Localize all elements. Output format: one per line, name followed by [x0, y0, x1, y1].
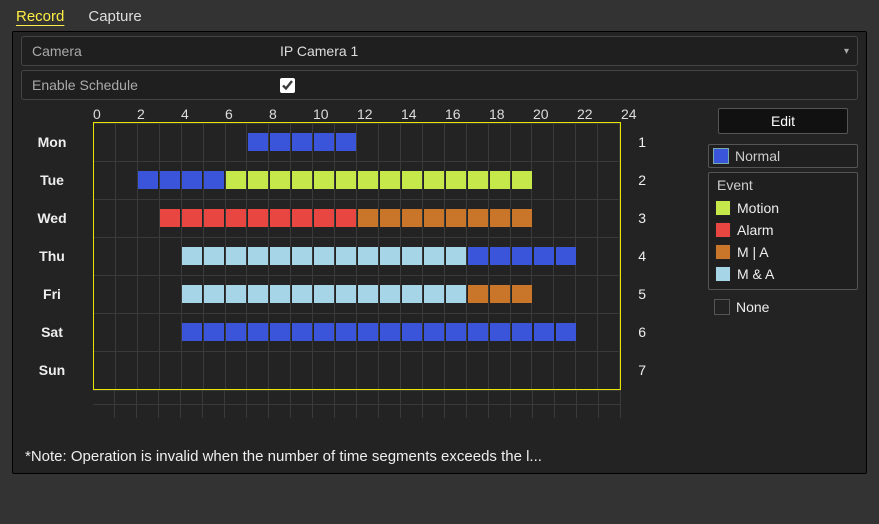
legend-event-title: Event	[709, 173, 857, 197]
hours-header: 024681012141618202224	[21, 106, 698, 122]
tab-record[interactable]: Record	[16, 8, 64, 25]
camera-label: Camera	[22, 37, 272, 65]
hour-tick: 4	[181, 106, 225, 122]
swatch-manda-icon	[715, 266, 731, 282]
edit-button[interactable]: Edit	[718, 108, 848, 134]
day-row-sun[interactable]: Sun7	[94, 351, 620, 389]
schedule-segment[interactable]	[160, 209, 358, 227]
legend-none[interactable]: None	[708, 296, 858, 318]
day-number: 2	[638, 172, 646, 188]
enable-row: Enable Schedule	[21, 70, 858, 100]
day-label: Sat	[22, 324, 82, 340]
day-row-sat[interactable]: Sat6	[94, 313, 620, 351]
swatch-motion-icon	[715, 200, 731, 216]
legend-normal[interactable]: Normal	[708, 144, 858, 168]
legend-manda-label: M & A	[737, 266, 774, 282]
hour-tick: 10	[313, 106, 357, 122]
hour-tick: 22	[577, 106, 621, 122]
legend-alarm-label: Alarm	[737, 222, 774, 238]
camera-value: IP Camera 1	[280, 43, 358, 59]
legend-ma-label: M | A	[737, 244, 769, 260]
schedule-grid: 024681012141618202224 Mon1Tue2Wed3Thu4Fr…	[21, 106, 698, 418]
hour-tick: 14	[401, 106, 445, 122]
schedule-segment[interactable]	[468, 247, 578, 265]
schedule-segment[interactable]	[182, 323, 578, 341]
chevron-down-icon: ▾	[844, 46, 849, 57]
legend-m-and-a[interactable]: M & A	[709, 263, 857, 285]
swatch-ma-icon	[715, 244, 731, 260]
schedule-segment[interactable]	[138, 171, 226, 189]
legend-motion-label: Motion	[737, 200, 779, 216]
day-label: Sun	[22, 362, 82, 378]
swatch-normal-icon	[713, 148, 729, 164]
schedule-segment[interactable]	[468, 285, 534, 303]
schedule-segment[interactable]	[248, 133, 358, 151]
day-row-tue[interactable]: Tue2	[94, 161, 620, 199]
hour-tick: 6	[225, 106, 269, 122]
enable-schedule-checkbox[interactable]	[280, 78, 295, 93]
swatch-none-icon	[714, 299, 730, 315]
hour-tick: 8	[269, 106, 313, 122]
legend-m-or-a[interactable]: M | A	[709, 241, 857, 263]
camera-row: Camera IP Camera 1 ▾	[21, 36, 858, 66]
camera-select[interactable]: IP Camera 1 ▾	[272, 39, 857, 63]
schedule-segment[interactable]	[182, 285, 468, 303]
day-number: 1	[638, 134, 646, 150]
day-label: Mon	[22, 134, 82, 150]
day-number: 4	[638, 248, 646, 264]
hour-tick: 24	[621, 106, 665, 122]
hour-tick: 0	[93, 106, 137, 122]
legend-motion[interactable]: Motion	[709, 197, 857, 219]
legend-alarm[interactable]: Alarm	[709, 219, 857, 241]
day-row-fri[interactable]: Fri5	[94, 275, 620, 313]
footer-note: *Note: Operation is invalid when the num…	[21, 418, 858, 469]
day-row-wed[interactable]: Wed3	[94, 199, 620, 237]
tab-capture[interactable]: Capture	[88, 8, 141, 25]
day-number: 5	[638, 286, 646, 302]
day-row-mon[interactable]: Mon1	[94, 123, 620, 161]
legend-none-label: None	[736, 299, 769, 315]
hour-tick: 18	[489, 106, 533, 122]
legend-normal-label: Normal	[735, 148, 780, 164]
day-row-thu[interactable]: Thu4	[94, 237, 620, 275]
day-label: Thu	[22, 248, 82, 264]
tabs: Record Capture	[12, 6, 867, 31]
legend-side: Edit Normal Event Motion Alarm M | A	[708, 106, 858, 418]
day-label: Wed	[22, 210, 82, 226]
enable-label: Enable Schedule	[22, 71, 272, 99]
day-number: 6	[638, 324, 646, 340]
hour-tick: 20	[533, 106, 577, 122]
hour-tick: 2	[137, 106, 181, 122]
hour-tick: 12	[357, 106, 401, 122]
day-label: Tue	[22, 172, 82, 188]
swatch-alarm-icon	[715, 222, 731, 238]
day-number: 3	[638, 210, 646, 226]
schedule-segment[interactable]	[226, 171, 534, 189]
hour-tick: 16	[445, 106, 489, 122]
legend-event-box: Event Motion Alarm M | A M & A	[708, 172, 858, 290]
day-number: 7	[638, 362, 646, 378]
schedule-segment[interactable]	[358, 209, 534, 227]
settings-panel: Camera IP Camera 1 ▾ Enable Schedule 024…	[12, 31, 867, 474]
day-label: Fri	[22, 286, 82, 302]
schedule-segment[interactable]	[182, 247, 468, 265]
